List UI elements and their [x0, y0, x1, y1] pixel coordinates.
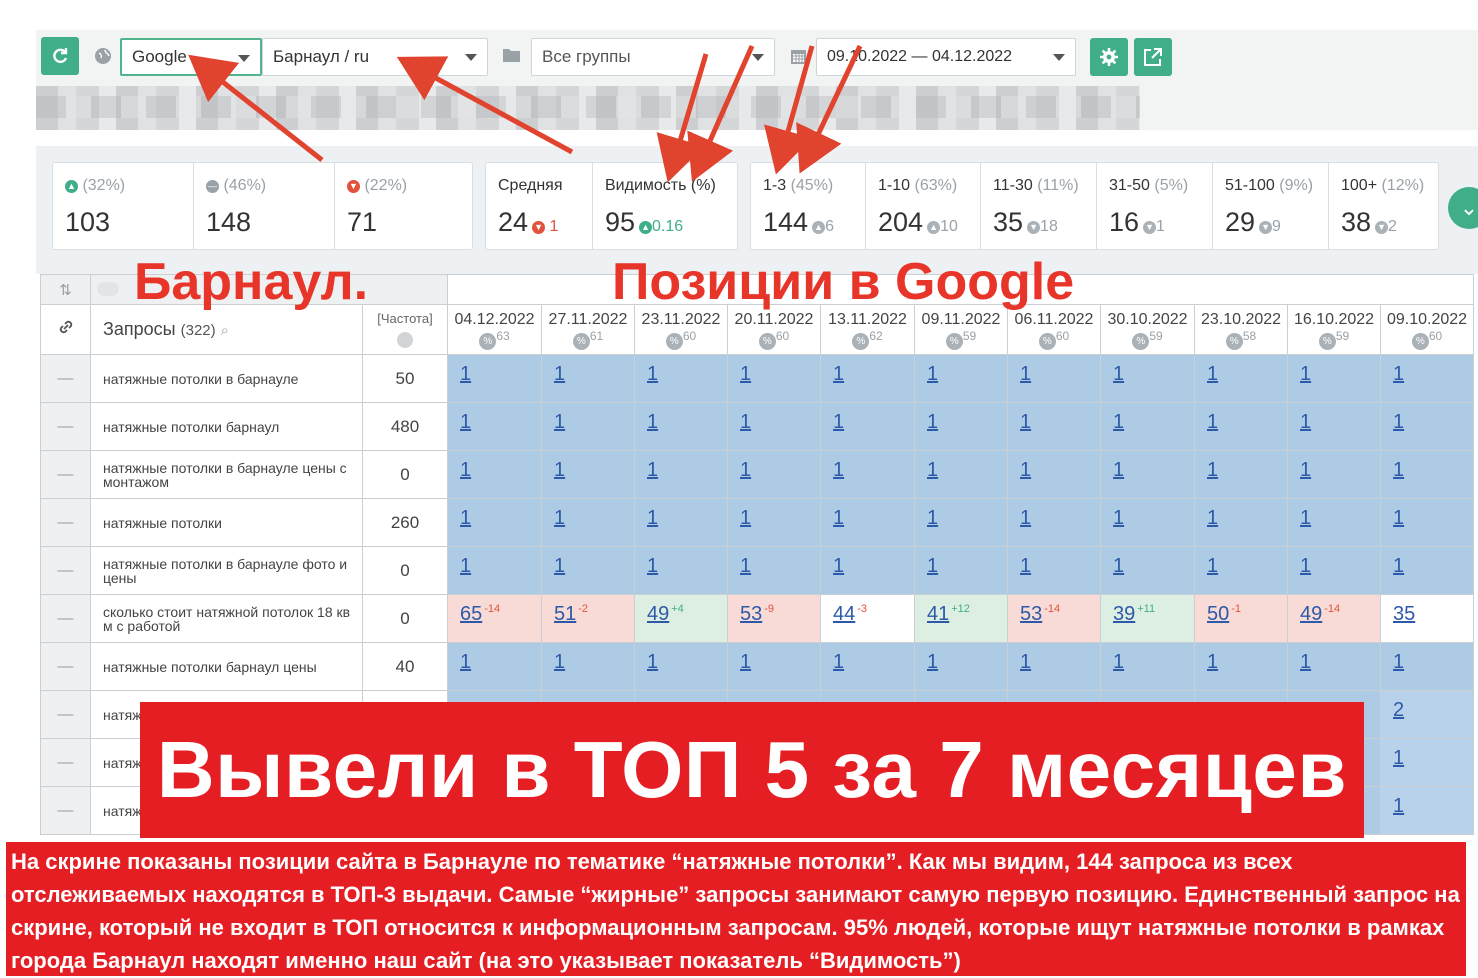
- app-root: Google Барнаул / ru Все группы 09.10.202…: [0, 0, 1478, 978]
- result-banner: Вывели в ТОП 5 за 7 месяцев: [140, 702, 1364, 838]
- description-note: На скрине показаны позиции сайта в Барна…: [6, 842, 1466, 976]
- arrow-group: [188, 44, 863, 183]
